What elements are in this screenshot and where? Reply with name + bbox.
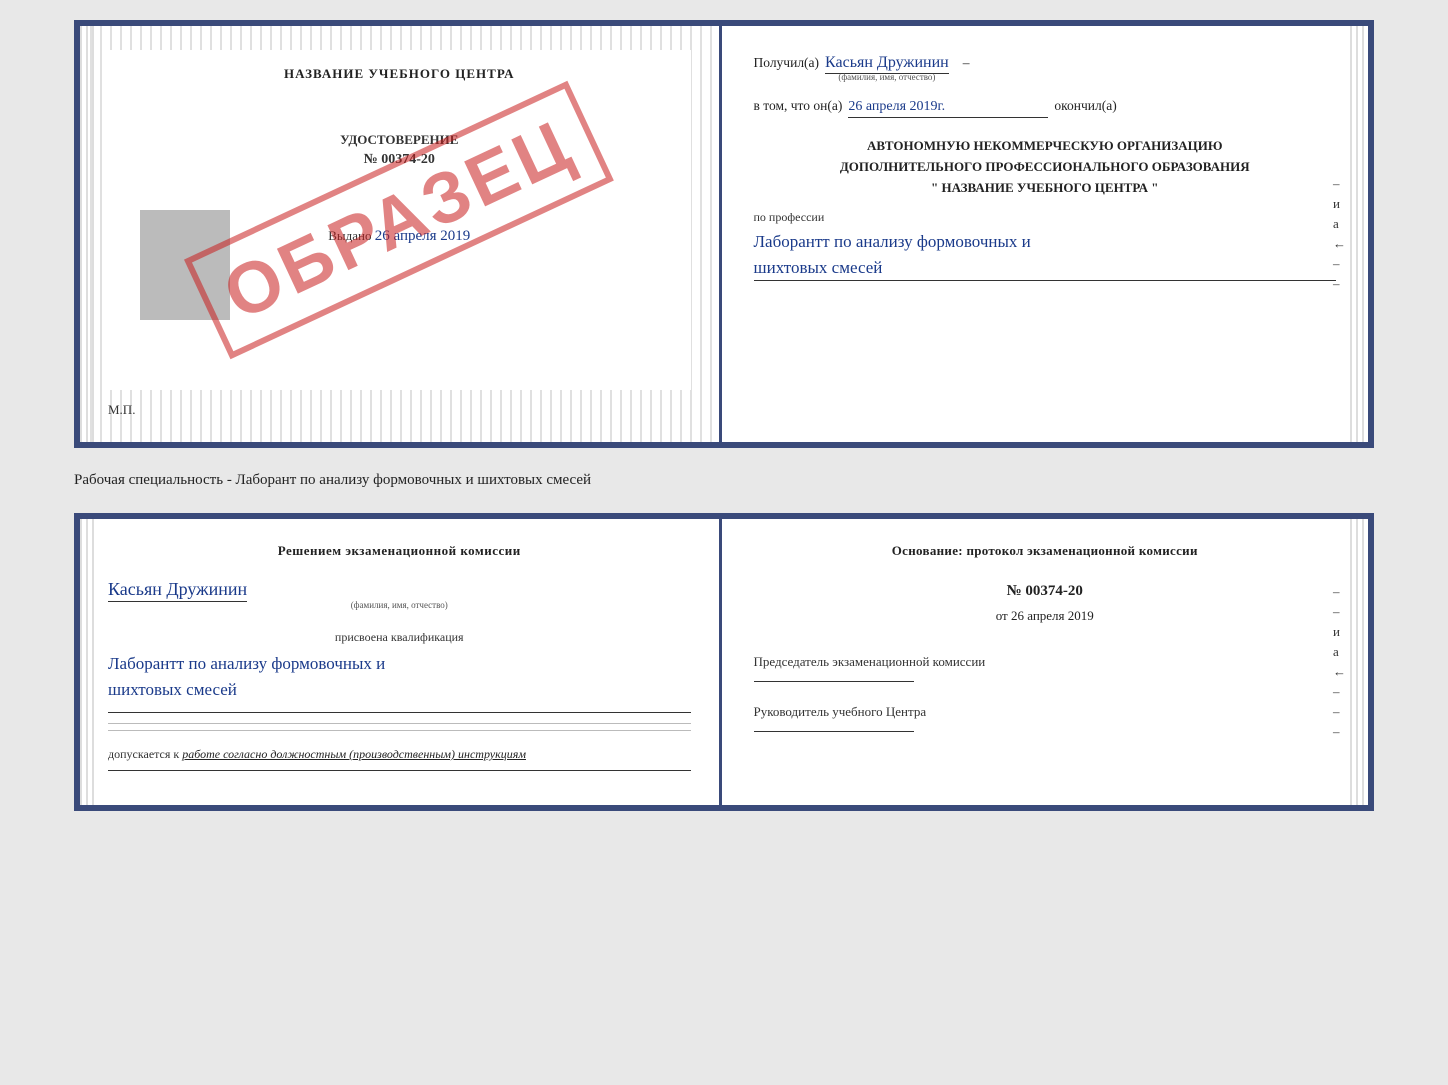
- prof-line2: шихтовых смесей: [754, 255, 1337, 281]
- photo-placeholder: [140, 210, 230, 320]
- qual-line2: шихтовых смесей: [108, 677, 691, 703]
- org-line3: " НАЗВАНИЕ УЧЕБНОГО ЦЕНТРА ": [754, 178, 1337, 199]
- qual-divider2: [108, 723, 691, 724]
- qual-fio-line: Касьян Дружинин (фамилия, имя, отчество): [108, 579, 691, 610]
- qual-divider3: [108, 730, 691, 731]
- qual-divider1: [108, 712, 691, 713]
- допускается-value: работе согласно должностным (производств…: [182, 747, 526, 761]
- qual-right-panel: Основание: протокол экзаменационной коми…: [722, 519, 1369, 805]
- date-suffix: окончил(а): [1054, 98, 1116, 114]
- org-line2: ДОПОЛНИТЕЛЬНОГО ПРОФЕССИОНАЛЬНОГО ОБРАЗО…: [754, 157, 1337, 178]
- qual-director-sign: [754, 731, 914, 732]
- cert-fio-note: (фамилия, имя, отчество): [825, 72, 949, 82]
- received-label: Получил(а): [754, 55, 820, 71]
- qual-chairman-sign: [754, 681, 914, 682]
- qual-director-label: Руководитель учебного Центра: [754, 702, 1337, 723]
- left-binding-decoration: [80, 26, 94, 442]
- qual-protocol-date: от 26 апреля 2019: [754, 608, 1337, 624]
- qual-допускается: допускается к работе согласно должностны…: [108, 747, 691, 762]
- side-letters-right: – и а ← – –: [1333, 176, 1346, 292]
- qual-divider4: [108, 770, 691, 771]
- cert-prof-value: Лаборантт по анализу формовочных и шихто…: [754, 229, 1337, 281]
- prof-line1: Лаборантт по анализу формовочных и: [754, 229, 1337, 255]
- qual-left-binding: [80, 519, 94, 805]
- cert-doc-label: УДОСТОВЕРЕНИЕ: [124, 132, 675, 148]
- qual-date-value: 26 апреля 2019: [1011, 608, 1094, 623]
- dash-separator: –: [963, 55, 970, 71]
- qual-section-title: Решением экзаменационной комиссии: [108, 543, 691, 559]
- qual-protocol-number: № 00374-20: [754, 583, 1337, 600]
- cert-org-block: АВТОНОМНУЮ НЕКОММЕРЧЕСКУЮ ОРГАНИЗАЦИЮ ДО…: [754, 136, 1337, 198]
- cert-doc-number: № 00374-20: [124, 152, 675, 168]
- cert-date-line: в том, что он(а) 26 апреля 2019г. окончи…: [754, 98, 1337, 118]
- cert-fio: Касьян Дружинин: [825, 54, 949, 74]
- qual-chairman-label: Председатель экзаменационной комиссии: [754, 652, 1337, 673]
- cert-left-content: НАЗВАНИЕ УЧЕБНОГО ЦЕНТРА УДОСТОВЕРЕНИЕ №…: [108, 50, 691, 390]
- cert-school-name: НАЗВАНИЕ УЧЕБНОГО ЦЕНТРА: [124, 66, 675, 82]
- obrazec-stamp: ОБРАЗЕЦ: [184, 81, 614, 360]
- cert-mp: М.П.: [108, 402, 691, 418]
- cert-left-panel: НАЗВАНИЕ УЧЕБНОГО ЦЕНТРА УДОСТОВЕРЕНИЕ №…: [80, 26, 722, 442]
- cert-prof-label: по профессии: [754, 210, 1337, 225]
- qual-value: Лаборантт по анализу формовочных и шихто…: [108, 651, 691, 702]
- cert-right-panel: Получил(а) Касьян Дружинин (фамилия, имя…: [722, 26, 1369, 442]
- issued-date: 26 апреля 2019: [375, 228, 471, 244]
- qual-label: присвоена квалификация: [108, 630, 691, 645]
- qual-side-letters: – – и а ← – – –: [1333, 584, 1346, 740]
- issued-label: Выдано: [328, 228, 371, 243]
- допускается-label: допускается к: [108, 747, 179, 761]
- qual-right-binding: [1350, 519, 1368, 805]
- qualification-book: Решением экзаменационной комиссии Касьян…: [74, 513, 1374, 811]
- qual-left-panel: Решением экзаменационной комиссии Касьян…: [80, 519, 722, 805]
- qual-line1: Лаборантт по анализу формовочных и: [108, 651, 691, 677]
- date-from-prefix: от: [996, 608, 1008, 623]
- right-binding-decoration: [1350, 26, 1368, 442]
- date-prefix: в том, что он(а): [754, 98, 843, 114]
- qual-osnov-label: Основание: протокол экзаменационной коми…: [754, 543, 1337, 559]
- qual-fio: Касьян Дружинин: [108, 579, 247, 602]
- org-line1: АВТОНОМНУЮ НЕКОММЕРЧЕСКУЮ ОРГАНИЗАЦИЮ: [754, 136, 1337, 157]
- certificate-book: НАЗВАНИЕ УЧЕБНОГО ЦЕНТРА УДОСТОВЕРЕНИЕ №…: [74, 20, 1374, 448]
- cert-received-line: Получил(а) Касьян Дружинин (фамилия, имя…: [754, 54, 1337, 82]
- specialty-text: Рабочая специальность - Лаборант по анал…: [74, 464, 1374, 497]
- cert-date: 26 апреля 2019г.: [848, 99, 1048, 118]
